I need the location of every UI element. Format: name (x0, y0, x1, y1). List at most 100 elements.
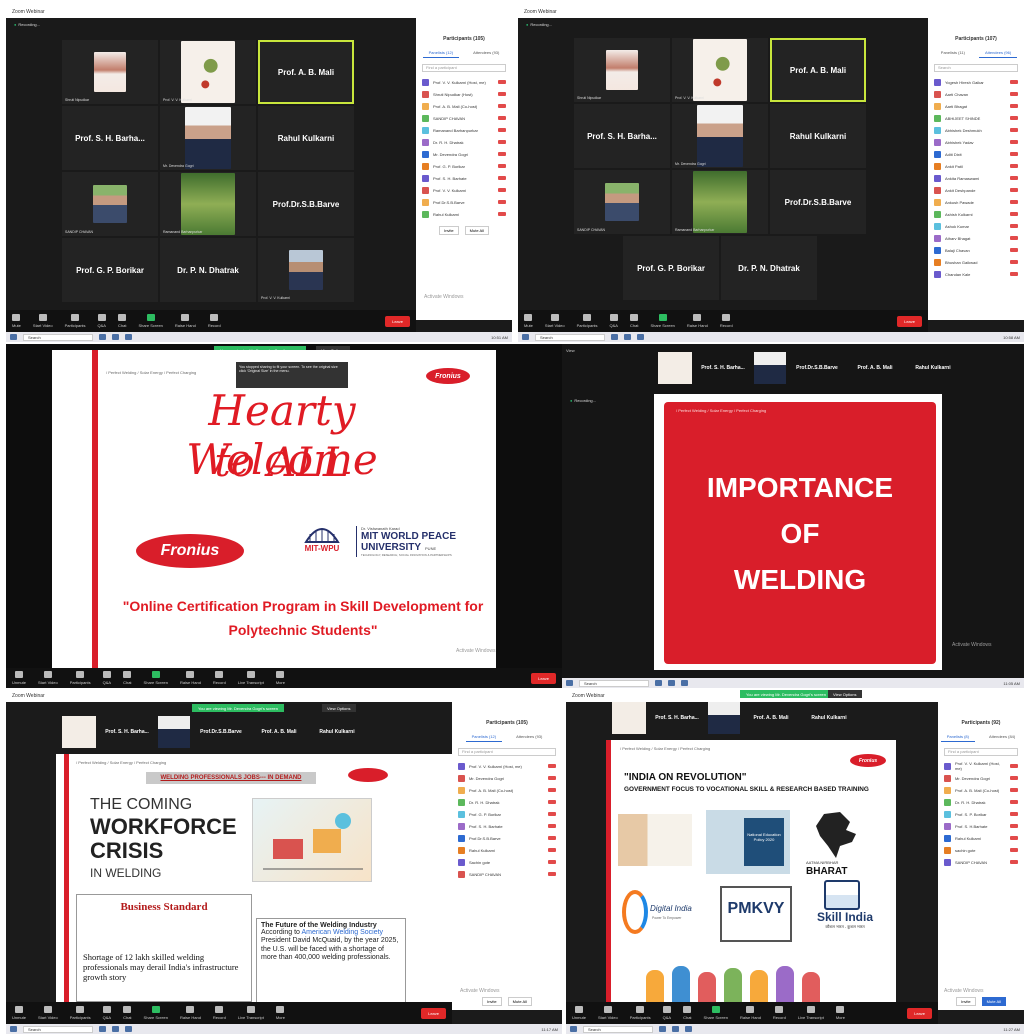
participant-row[interactable]: Bhushan Gaikwad (928, 256, 1024, 268)
tab-panelists[interactable]: Panelists (11) (935, 48, 971, 58)
toolbar-button[interactable]: Share Screen (144, 1006, 168, 1020)
windows-start-icon[interactable] (10, 1026, 17, 1032)
edge-icon[interactable] (659, 1026, 666, 1032)
tab-attendees[interactable]: Attendees (93) (510, 732, 548, 742)
participant-row[interactable]: Sachin gote (452, 856, 562, 868)
taskbar-search-input[interactable]: Search (23, 1025, 93, 1033)
speaker-tile[interactable]: Rahul Kulkarni (802, 702, 856, 734)
mic-muted-icon[interactable] (1010, 200, 1018, 204)
taskbar-search-input[interactable]: Search (583, 1025, 653, 1033)
toolbar-button[interactable]: Participants (65, 314, 86, 328)
toolbar-button[interactable]: Chat (118, 314, 126, 328)
leave-button[interactable]: Leave (385, 315, 410, 327)
leave-button[interactable]: Leave (907, 1007, 932, 1019)
toolbar-button[interactable]: More (276, 671, 285, 685)
video-tile[interactable]: Mr. Devendra Gogri (672, 104, 768, 168)
toolbar-button[interactable]: Start Video (33, 314, 53, 328)
speaker-thumb[interactable] (158, 716, 190, 748)
toolbar-button[interactable]: Start Video (38, 1006, 58, 1020)
tab-attendees[interactable]: Attendees (84) (983, 732, 1021, 742)
explorer-icon[interactable] (624, 334, 631, 340)
participant-row[interactable]: Abhishek Deshmukh (928, 124, 1024, 136)
participant-row[interactable]: Yogesh Hiresh Gaikar (928, 76, 1024, 88)
toolbar-button[interactable]: Live Transcript (238, 671, 264, 685)
mic-muted-icon[interactable] (1010, 80, 1018, 84)
video-tile[interactable]: Ramanand Barhanpurkar (160, 172, 256, 236)
mic-muted-icon[interactable] (1010, 116, 1018, 120)
speaker-tile[interactable]: Prof. A. B. Mali (848, 352, 902, 384)
edge-icon[interactable] (99, 1026, 106, 1032)
toolbar-button[interactable]: Q&A (103, 671, 111, 685)
mute-all-button[interactable]: Mute All (464, 226, 489, 235)
participant-search-input[interactable]: Search (934, 64, 1018, 72)
participant-row[interactable]: Prof.Dr.S.B.Barve (452, 832, 562, 844)
mic-muted-icon[interactable] (1010, 860, 1018, 864)
mute-all-button[interactable]: Mute All (981, 997, 1006, 1006)
toolbar-button[interactable]: More (276, 1006, 285, 1020)
participant-row[interactable]: Aarti Chavan (928, 88, 1024, 100)
mic-muted-icon[interactable] (498, 92, 506, 96)
video-tile[interactable]: Prof. V. V. Kulkarni (672, 38, 768, 102)
participant-row[interactable]: sachin gote (938, 844, 1024, 856)
taskbar-search-input[interactable]: Search (535, 333, 605, 341)
name-tile[interactable]: Prof. G. P. Borikar (623, 236, 719, 300)
mic-muted-icon[interactable] (498, 80, 506, 84)
toolbar-button[interactable]: Chat (630, 314, 638, 328)
tab-panelists[interactable]: Panelists (12) (465, 732, 503, 742)
toolbar-button[interactable]: Start Video (598, 1006, 618, 1020)
toolbar-button[interactable]: Record (773, 1006, 786, 1020)
explorer-icon[interactable] (112, 1026, 119, 1032)
toolbar-button[interactable]: Live Transcript (238, 1006, 264, 1020)
toolbar-button[interactable]: Unmute (12, 1006, 26, 1020)
participant-row[interactable]: SANDIP CHAVAN (938, 856, 1024, 868)
zoom-icon[interactable] (125, 1026, 132, 1032)
toolbar-button[interactable]: Mute (12, 314, 21, 328)
participant-row[interactable]: Dr. R. H. Dhatrak (416, 136, 512, 148)
explorer-icon[interactable] (668, 680, 675, 686)
participant-row[interactable]: Prof. S. H. Barhate (452, 820, 562, 832)
mic-muted-icon[interactable] (498, 116, 506, 120)
name-tile[interactable]: Prof. S. H. Barha... (62, 106, 158, 170)
edge-icon[interactable] (99, 334, 106, 340)
toolbar-button[interactable]: Share Screen (138, 314, 163, 328)
name-tile[interactable]: Prof. A. B. Mali (258, 40, 354, 104)
mic-muted-icon[interactable] (498, 140, 506, 144)
mic-muted-icon[interactable] (1010, 212, 1018, 216)
participant-row[interactable]: Rahul Kulkarni (452, 844, 562, 856)
toolbar-button[interactable]: Chat (683, 1006, 692, 1020)
mic-muted-icon[interactable] (1010, 224, 1018, 228)
leave-button[interactable]: Leave (421, 1007, 446, 1019)
mic-muted-icon[interactable] (1010, 836, 1018, 840)
edge-icon[interactable] (655, 680, 662, 686)
mic-muted-icon[interactable] (1010, 236, 1018, 240)
participant-row[interactable]: Ankush Pawade (928, 196, 1024, 208)
toolbar-button[interactable]: Chat (123, 1006, 132, 1020)
zoom-icon[interactable] (685, 1026, 692, 1032)
participant-row[interactable]: Prof.Dr.S.B.Barve (416, 196, 512, 208)
speaker-thumb[interactable] (612, 702, 646, 734)
participant-row[interactable]: Ankita Ramaswami (928, 172, 1024, 184)
toolbar-button[interactable]: Q&A (103, 1006, 111, 1020)
toolbar-button[interactable]: Q&A (610, 314, 618, 328)
mic-muted-icon[interactable] (548, 800, 556, 804)
name-tile[interactable]: Dr. P. N. Dhatrak (721, 236, 817, 300)
speaker-thumb[interactable] (708, 702, 740, 734)
video-tile[interactable]: Ramanand Barhanpurkar (672, 170, 768, 234)
toolbar-button[interactable]: Q&A (98, 314, 106, 328)
participant-row[interactable]: Prof. G. P. Borikar (416, 160, 512, 172)
mic-muted-icon[interactable] (1010, 764, 1018, 768)
mic-muted-icon[interactable] (1010, 164, 1018, 168)
toolbar-button[interactable]: More (836, 1006, 845, 1020)
participant-row[interactable]: Ramanand Barhanpurkar (416, 124, 512, 136)
participant-row[interactable]: Dr. R. H. Dhatrak (452, 796, 562, 808)
mic-muted-icon[interactable] (1010, 152, 1018, 156)
participant-row[interactable]: Prof. S. H.Barhate (938, 820, 1024, 832)
mic-muted-icon[interactable] (548, 764, 556, 768)
invite-button[interactable]: Invite (439, 226, 459, 235)
participant-row[interactable]: Prof. A. B. Mali (Co-host) (452, 784, 562, 796)
mic-muted-icon[interactable] (1010, 260, 1018, 264)
participant-row[interactable]: Aditi Dixit (928, 148, 1024, 160)
mic-muted-icon[interactable] (498, 200, 506, 204)
participant-row[interactable]: Rahul Kulkarni (938, 832, 1024, 844)
toolbar-button[interactable]: Raise Hand (740, 1006, 761, 1020)
